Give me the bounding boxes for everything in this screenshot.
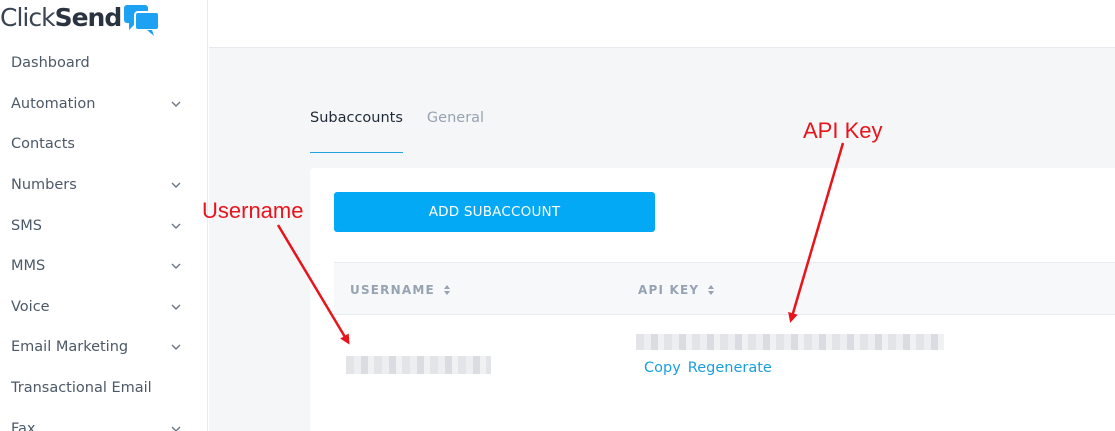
column-header-label: API KEY xyxy=(638,282,700,297)
sidebar-item-dashboard[interactable]: Dashboard xyxy=(0,43,207,84)
sort-icon xyxy=(708,284,715,295)
column-header-api-key[interactable]: API KEY xyxy=(638,263,715,316)
sidebar-item-label: SMS xyxy=(11,217,42,234)
add-subaccount-button[interactable]: ADD SUBACCOUNT xyxy=(334,192,655,232)
api-key-actions: Copy Regenerate xyxy=(644,360,772,376)
chevron-down-icon xyxy=(171,263,181,270)
sidebar-item-transactional-email[interactable]: Transactional Email xyxy=(0,368,207,409)
tab-bar: Subaccounts General xyxy=(310,110,484,153)
sidebar-item-label: MMS xyxy=(11,258,46,275)
tab-general[interactable]: General xyxy=(427,110,484,153)
tab-subaccounts[interactable]: Subaccounts xyxy=(310,110,403,153)
sidebar-item-label: Numbers xyxy=(11,177,77,194)
sidebar-item-label: Email Marketing xyxy=(11,339,129,356)
clicksend-logo[interactable]: ClickSend xyxy=(0,2,161,36)
sidebar-nav: Dashboard Automation Contacts Numbers SM… xyxy=(0,43,207,431)
sidebar: ClickSend Dashboard Automation Contacts … xyxy=(0,0,208,431)
subaccounts-card: ADD SUBACCOUNT USERNAME API KEY Copy Reg… xyxy=(310,168,1115,431)
sidebar-item-mms[interactable]: MMS xyxy=(0,246,207,287)
regenerate-link[interactable]: Regenerate xyxy=(688,360,772,376)
sort-icon xyxy=(443,284,450,295)
chevron-down-icon xyxy=(171,304,181,310)
chevron-down-icon xyxy=(171,223,181,229)
main-content: Subaccounts General ADD SUBACCOUNT USERN… xyxy=(209,48,1115,431)
sidebar-item-sms[interactable]: SMS xyxy=(0,205,207,246)
sidebar-item-voice[interactable]: Voice xyxy=(0,287,207,328)
sidebar-item-label: Fax xyxy=(11,420,36,431)
chat-bubbles-icon xyxy=(123,3,161,41)
chevron-down-icon xyxy=(171,426,181,431)
sidebar-item-fax[interactable]: Fax xyxy=(0,408,207,431)
column-header-username[interactable]: USERNAME xyxy=(350,263,451,316)
api-key-value-redacted xyxy=(636,334,944,350)
sidebar-item-email-marketing[interactable]: Email Marketing xyxy=(0,327,207,368)
logo-text: ClickSend xyxy=(0,3,122,32)
table-header: USERNAME API KEY xyxy=(334,262,1115,315)
copy-link[interactable]: Copy xyxy=(644,360,681,376)
sidebar-item-contacts[interactable]: Contacts xyxy=(0,124,207,165)
annotation-api-key-label: API Key xyxy=(803,118,883,143)
sidebar-item-label: Contacts xyxy=(11,136,75,153)
annotation-username-label: Username xyxy=(202,198,304,223)
chevron-down-icon xyxy=(171,344,181,351)
sidebar-item-numbers[interactable]: Numbers xyxy=(0,165,207,206)
username-value-redacted xyxy=(346,356,491,374)
column-header-label: USERNAME xyxy=(350,282,435,297)
sidebar-item-label: Automation xyxy=(11,95,96,112)
top-bar xyxy=(209,0,1115,48)
sidebar-item-automation[interactable]: Automation xyxy=(0,84,207,125)
sidebar-item-label: Voice xyxy=(11,298,50,315)
sidebar-item-label: Dashboard xyxy=(11,55,90,72)
chevron-down-icon xyxy=(171,101,181,107)
sidebar-item-label: Transactional Email xyxy=(11,380,152,397)
chevron-down-icon xyxy=(171,182,181,189)
